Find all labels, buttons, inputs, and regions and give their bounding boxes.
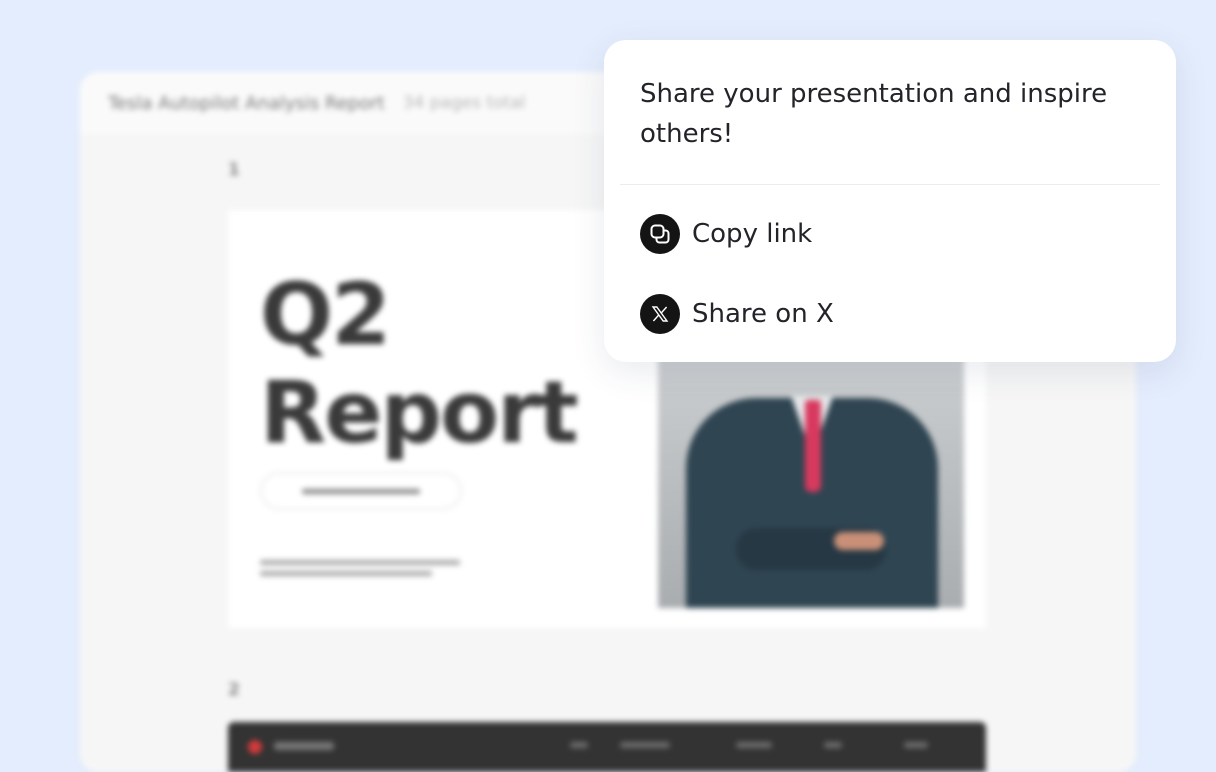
share-on-x-button[interactable]: Share on X — [640, 294, 834, 334]
copy-icon — [640, 214, 680, 254]
share-popover: Share your presentation and inspire othe… — [604, 40, 1176, 362]
copy-link-label: Copy link — [692, 219, 813, 249]
share-on-x-label: Share on X — [692, 299, 834, 329]
share-heading: Share your presentation and inspire othe… — [640, 79, 1108, 149]
slide-thumbnail-2[interactable] — [228, 722, 986, 772]
slide-number-1-label: 1 — [228, 160, 240, 180]
x-logo-icon — [640, 294, 680, 334]
slide-title: Q2 Report — [260, 265, 579, 463]
slide-number-2: 2 — [228, 680, 240, 700]
slide-body-text — [260, 560, 460, 582]
presentation-title: Tesla Autopilot Analysis Report — [108, 92, 385, 114]
share-divider — [620, 184, 1160, 185]
slide-number-1: 1 — [228, 160, 240, 180]
page-count: 34 pages total — [402, 93, 526, 113]
slide-number-2-label: 2 — [228, 680, 240, 700]
slide-pill-button — [260, 472, 462, 510]
copy-link-button[interactable]: Copy link — [640, 214, 812, 254]
